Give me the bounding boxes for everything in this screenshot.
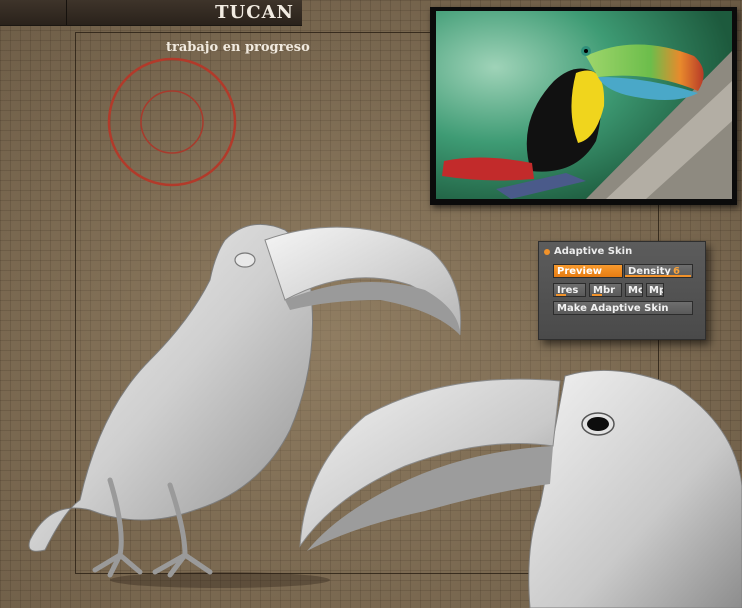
reference-photo bbox=[430, 7, 737, 205]
adaptive-skin-panel: Adaptive Skin Preview Density 6 Ires Mbr… bbox=[538, 241, 706, 340]
panel-header[interactable]: Adaptive Skin bbox=[544, 246, 632, 257]
page-title: TUCAN bbox=[215, 2, 294, 23]
density-slider[interactable]: Density 6 bbox=[624, 264, 693, 278]
panel-dot-icon bbox=[544, 248, 550, 255]
mp-button[interactable]: Mp bbox=[646, 283, 664, 297]
panel-title: Adaptive Skin bbox=[554, 246, 633, 257]
brush-cursor-icon[interactable] bbox=[105, 55, 240, 190]
mbr-button[interactable]: Mbr bbox=[589, 283, 622, 297]
mc-button[interactable]: Mc bbox=[625, 283, 643, 297]
make-adaptive-skin-button[interactable]: Make Adaptive Skin bbox=[553, 301, 693, 315]
toucan-sculpt-head bbox=[299, 369, 742, 608]
title-bar: TUCAN bbox=[0, 0, 302, 26]
ires-indicator bbox=[556, 294, 566, 296]
density-slider-fill bbox=[625, 275, 691, 277]
ires-button[interactable]: Ires bbox=[553, 283, 586, 297]
mbr-indicator bbox=[592, 294, 602, 296]
title-bar-divider bbox=[66, 0, 67, 25]
preview-button[interactable]: Preview bbox=[553, 264, 623, 278]
page-subtitle: trabajo en progreso bbox=[166, 40, 310, 55]
